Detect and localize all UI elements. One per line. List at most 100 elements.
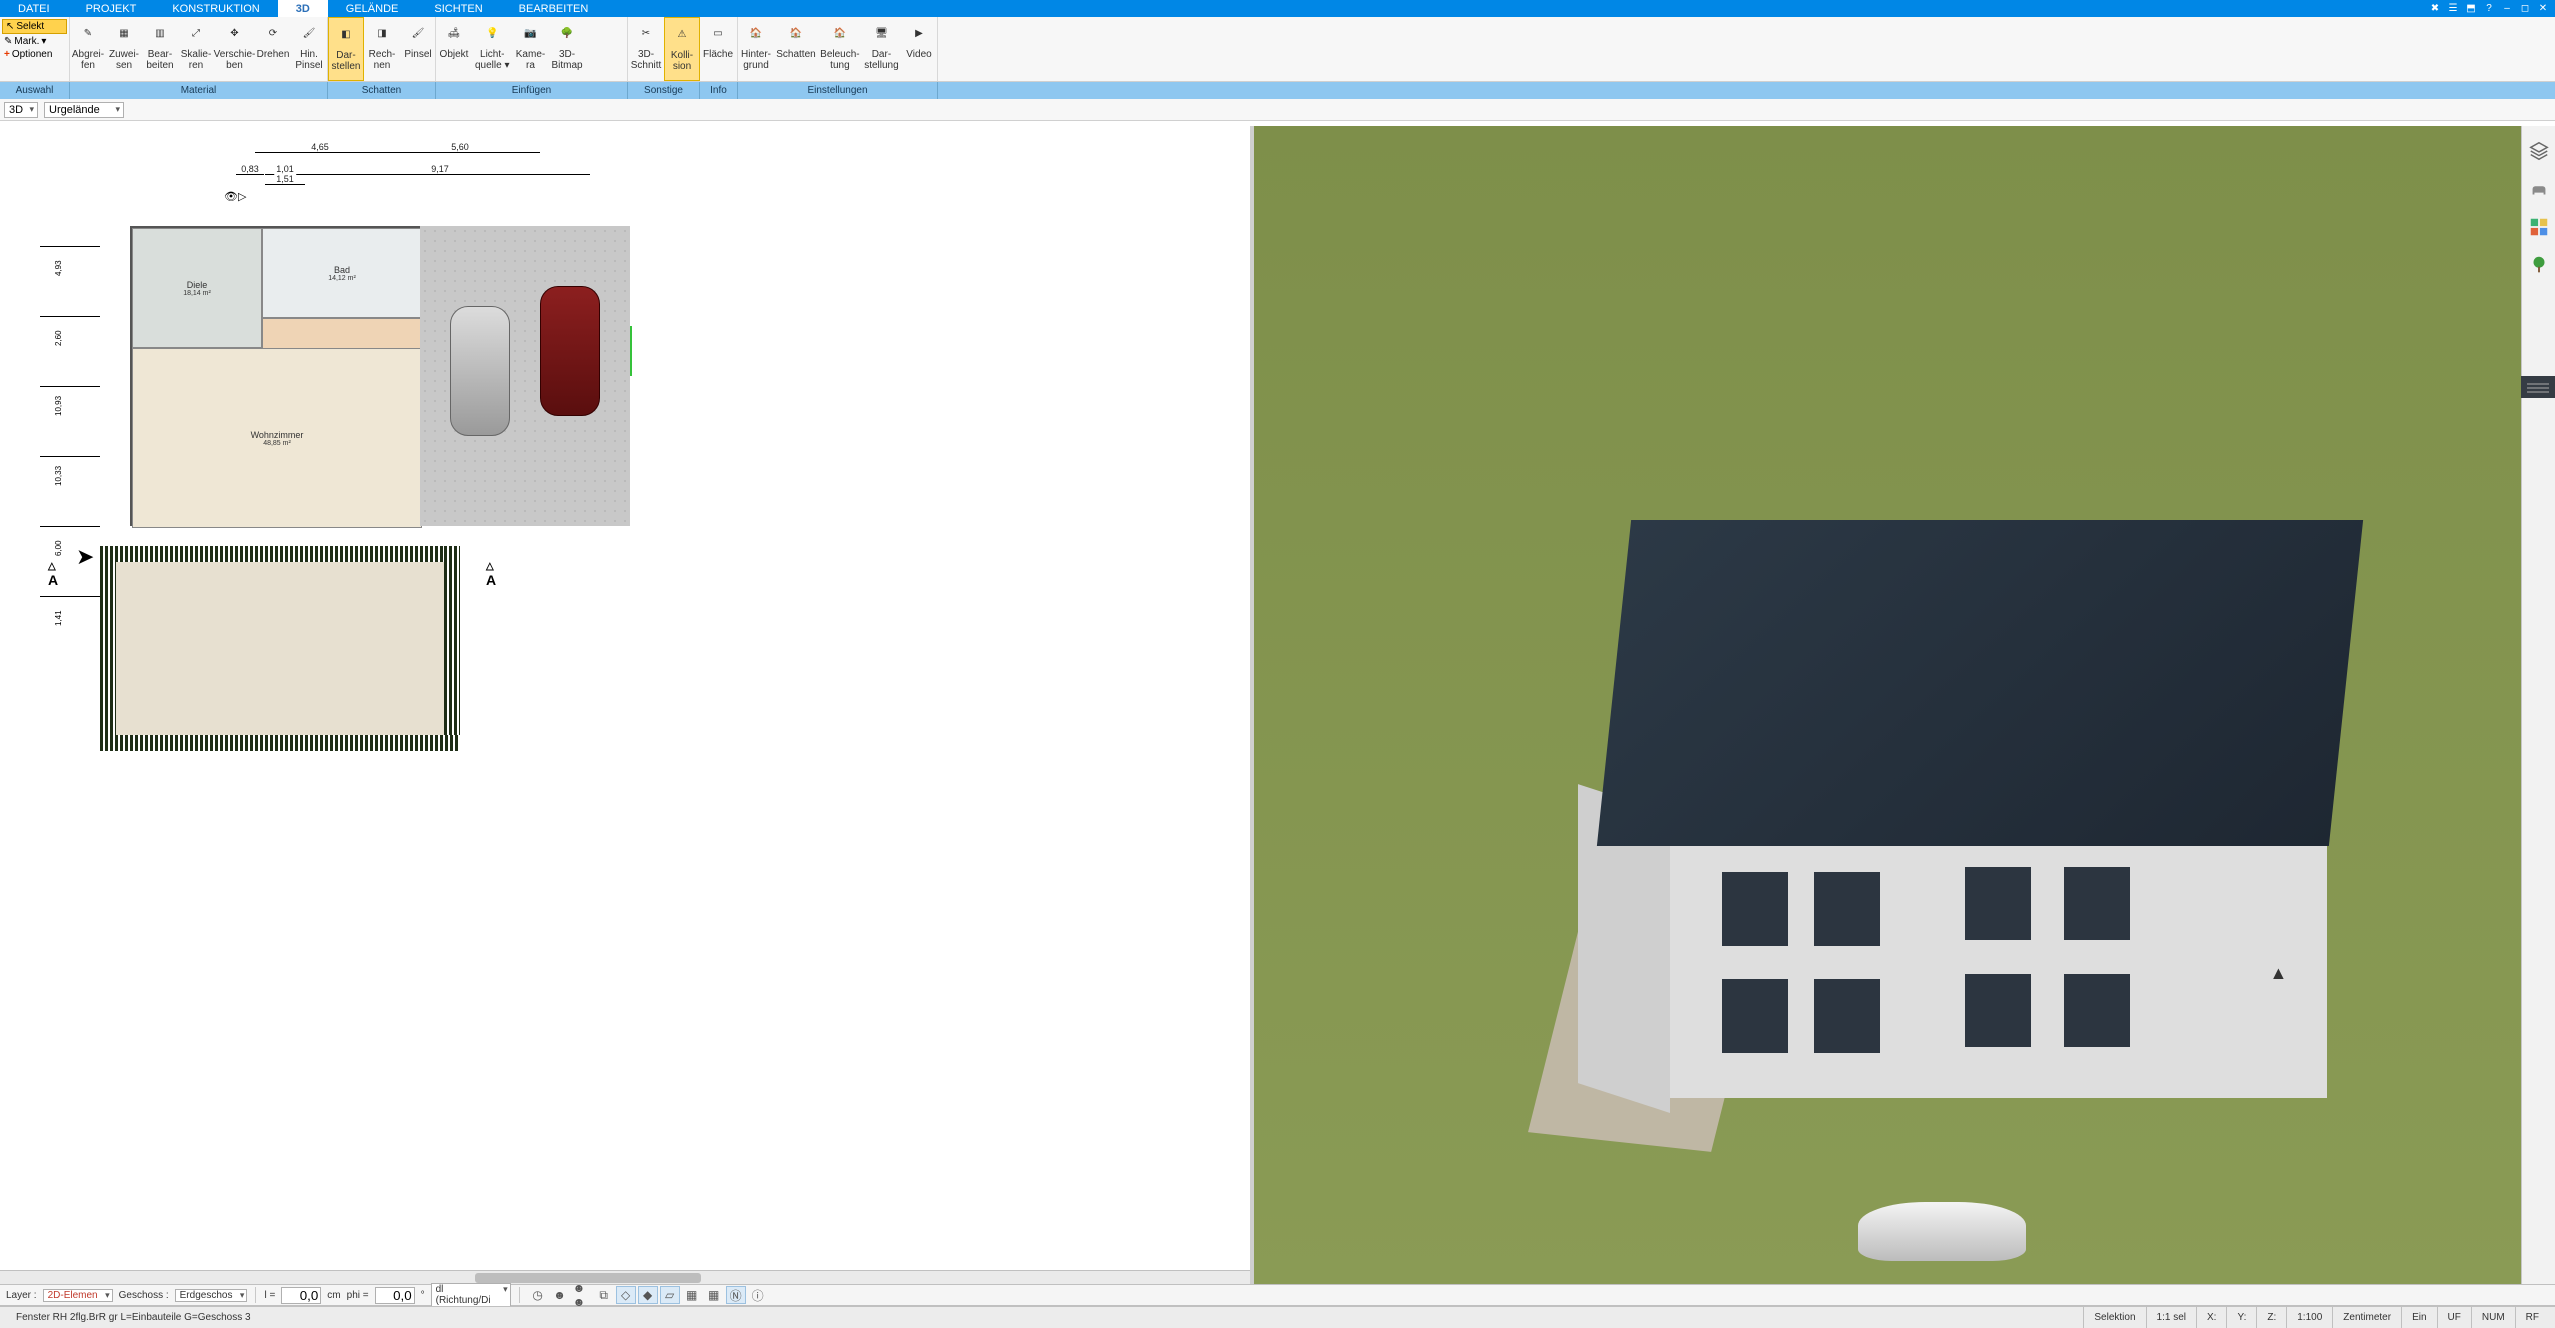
ribbon-pinsel-button[interactable]: 🖌Pinsel [400, 17, 436, 81]
layers-icon[interactable] [2528, 140, 2550, 162]
ribbon-label: Verschie- ben [214, 49, 256, 71]
titlebar-btn-4[interactable]: – [2499, 2, 2515, 16]
ribbon-rechnen-button[interactable]: ◨Rech- nen [364, 17, 400, 81]
ribbon-bearbeiten-button[interactable]: ▥Bear- beiten [142, 17, 178, 81]
menu-konstruktion[interactable]: KONSTRUKTION [154, 0, 277, 17]
options-button[interactable]: + Optionen [2, 49, 67, 60]
ribbon-darstellung-button[interactable]: 🖥Dar- stellung [862, 17, 901, 81]
titlebar-btn-5[interactable]: ◻ [2517, 2, 2533, 16]
3d-view[interactable]: ▲ [1252, 126, 2555, 1284]
group-icon[interactable]: ☻☻ [572, 1286, 592, 1304]
dimension-value: 2,60 [54, 330, 63, 346]
snap-face-icon[interactable]: ▱ [660, 1286, 680, 1304]
north-icon[interactable]: Ⓝ [726, 1286, 746, 1304]
ribbon-hintergrund-button[interactable]: 🏠Hinter- grund [738, 17, 774, 81]
ribbon-skalieren-button[interactable]: ⤢Skalie- ren [178, 17, 214, 81]
floorplan-view[interactable]: 4,655,609,171,011,510,83 4,932,6010,9310… [0, 126, 1252, 1284]
dimension-value: 4,65 [309, 142, 331, 152]
camera-marker-icon[interactable]: 👁▷ [224, 190, 246, 203]
drehen-icon: ⟳ [261, 21, 285, 45]
menu-gelände[interactable]: GELÄNDE [328, 0, 417, 17]
view-mode-combo[interactable]: 3D [4, 102, 38, 118]
room-diele[interactable]: Diele 18,14 m² [132, 228, 262, 348]
room-bad[interactable]: Bad 14,12 m² [262, 228, 422, 318]
menu-datei[interactable]: DATEI [0, 0, 68, 17]
context-bar: 3D Urgelände [0, 99, 2555, 121]
ribbon-label: Dar- stellen [332, 50, 361, 72]
room-wohnzimmer[interactable]: Wohnzimmer 48,85 m² [132, 348, 422, 528]
ribbon-beleuchtung-button[interactable]: 🏠Beleuch- tung [818, 17, 862, 81]
person-icon[interactable]: ☻ [550, 1286, 570, 1304]
menu-3d[interactable]: 3D [278, 0, 328, 17]
ribbon-schattenset-button[interactable]: 🏠Schatten [774, 17, 818, 81]
select-button[interactable]: ↖ Selekt [2, 19, 67, 34]
ribbon-video-button[interactable]: ▶Video [901, 17, 937, 81]
dimension-line [236, 174, 264, 175]
view-splitter[interactable] [1245, 126, 1259, 1284]
ribbon-zuweisen-button[interactable]: ▦Zuwei- sen [106, 17, 142, 81]
terrain-combo[interactable]: Urgelände [44, 102, 124, 118]
hinpinsel-icon: 🖌 [297, 21, 321, 45]
status-uf: UF [2437, 1307, 2471, 1328]
titlebar-btn-0[interactable]: ✖ [2427, 2, 2443, 16]
car-silver[interactable] [450, 306, 510, 436]
dimension-value: 10,33 [54, 466, 63, 486]
ribbon-kollision-button[interactable]: ⚠Kolli- sion [664, 17, 700, 81]
info-icon[interactable]: ⓘ [748, 1286, 768, 1304]
snap-mid-icon[interactable]: ◆ [638, 1286, 658, 1304]
layer-combo[interactable]: 2D-Elemen [43, 1289, 113, 1302]
snap-grid-icon[interactable]: ▦ [682, 1286, 702, 1304]
panel-drag-handle[interactable] [2521, 376, 2555, 398]
status-ein: Ein [2401, 1307, 2436, 1328]
ribbon-hinpinsel-button[interactable]: 🖌Hin. Pinsel [291, 17, 327, 81]
phi-input[interactable] [375, 1287, 415, 1304]
section-marker-a-left: △ A [48, 561, 58, 588]
ribbon-label: 3D- Bitmap [552, 49, 583, 71]
hedge [100, 546, 460, 562]
ribbon-flaeche-button[interactable]: ▭Fläche [700, 17, 736, 81]
mark-button[interactable]: ✎ Mark. ▾ [2, 36, 67, 47]
ribbon-abgreifen-button[interactable]: ✎Abgrei- fen [70, 17, 106, 81]
ribbon-kamera-button[interactable]: 📷Kame- ra [513, 17, 549, 81]
status-unit: Zentimeter [2332, 1307, 2401, 1328]
geschoss-combo[interactable]: Erdgeschos [175, 1289, 248, 1302]
verschieben-icon: ✥ [223, 21, 247, 45]
tree-icon[interactable] [2528, 254, 2550, 276]
snap-endpoint-icon[interactable]: ◇ [616, 1286, 636, 1304]
titlebar-btn-1[interactable]: ☰ [2445, 2, 2461, 16]
ribbon-lichtquelle-button[interactable]: 💡Licht- quelle ▾ [472, 17, 513, 81]
clock-icon[interactable]: ◷ [528, 1286, 548, 1304]
furniture-icon[interactable] [2528, 178, 2550, 200]
menu-projekt[interactable]: PROJEKT [68, 0, 155, 17]
geschoss-label: Geschoss : [119, 1290, 169, 1301]
work-area: 4,655,609,171,011,510,83 4,932,6010,9310… [0, 126, 2555, 1284]
titlebar-btn-3[interactable]: ? [2481, 2, 2497, 16]
ribbon-verschieben-button[interactable]: ✥ Verschie- ben [214, 17, 255, 81]
dl-combo[interactable]: dl (Richtung/Di [431, 1283, 511, 1307]
grid-icon[interactable]: ▦ [704, 1286, 724, 1304]
ribbon-darstellen-button[interactable]: ◧Dar- stellen [328, 17, 364, 81]
menu-bearbeiten[interactable]: BEARBEITEN [501, 0, 607, 17]
dimension-line [290, 174, 590, 175]
titlebar-btn-2[interactable]: ⬒ [2463, 2, 2479, 16]
length-input[interactable] [281, 1287, 321, 1304]
horizontal-scrollbar[interactable] [0, 1270, 1251, 1284]
dimension-tick [40, 246, 100, 247]
room-area: 48,85 m² [263, 440, 291, 447]
ribbon-3dbitmap-button[interactable]: 🌳3D- Bitmap [549, 17, 586, 81]
schattenset-icon: 🏠 [784, 21, 808, 45]
palette-icon[interactable] [2528, 216, 2550, 238]
status-z: Z: [2256, 1307, 2286, 1328]
ribbon-drehen-button[interactable]: ⟳Drehen [255, 17, 291, 81]
ribbon-3dschnitt-button[interactable]: ✂3D- Schnitt [628, 17, 664, 81]
ribbon-objekt-button[interactable]: 🛋Objekt [436, 17, 472, 81]
video-icon: ▶ [907, 21, 931, 45]
window-3d [2064, 867, 2130, 940]
menu-sichten[interactable]: SICHTEN [416, 0, 500, 17]
dimension-line [265, 184, 305, 185]
titlebar-btn-6[interactable]: ✕ [2535, 2, 2551, 16]
group-label-sonstige: Sonstige [628, 82, 700, 99]
copy-icon[interactable]: ⧉ [594, 1286, 614, 1304]
car-red[interactable] [540, 286, 600, 416]
ribbon-label: Skalie- ren [181, 49, 212, 71]
